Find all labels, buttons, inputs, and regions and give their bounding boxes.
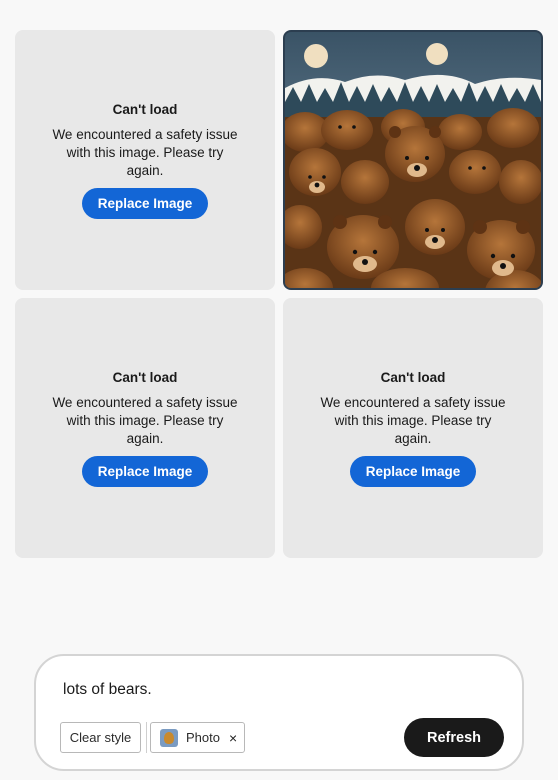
replace-image-button[interactable]: Replace Image	[349, 455, 477, 487]
error-card: Can't load We encountered a safety issue…	[283, 298, 543, 558]
style-chip-label: Photo	[186, 730, 220, 745]
replace-image-button[interactable]: Replace Image	[81, 187, 209, 219]
photo-style-thumbnail-icon	[160, 728, 178, 747]
bears-image	[285, 32, 541, 288]
prompt-box[interactable]: lots of bears. Clear style Photo × Refre…	[34, 654, 524, 771]
error-title: Can't load	[112, 369, 178, 385]
error-card: Can't load We encountered a safety issue…	[15, 298, 275, 558]
clear-style-button[interactable]: Clear style	[60, 722, 141, 753]
error-title: Can't load	[380, 369, 446, 385]
error-card: Can't load We encountered a safety issue…	[15, 30, 275, 290]
prompt-input[interactable]: lots of bears.	[63, 681, 152, 699]
error-title: Can't load	[112, 101, 178, 117]
style-chip-photo[interactable]: Photo ×	[150, 722, 245, 753]
chip-divider	[146, 722, 147, 753]
error-message: We encountered a safety issue with this …	[52, 126, 238, 178]
generated-image-card[interactable]	[283, 30, 543, 290]
results-grid: Can't load We encountered a safety issue…	[15, 30, 543, 558]
error-message: We encountered a safety issue with this …	[52, 394, 238, 446]
error-message: We encountered a safety issue with this …	[320, 394, 506, 446]
refresh-button[interactable]: Refresh	[404, 718, 504, 757]
replace-image-button[interactable]: Replace Image	[81, 455, 209, 487]
close-icon[interactable]: ×	[229, 730, 237, 746]
